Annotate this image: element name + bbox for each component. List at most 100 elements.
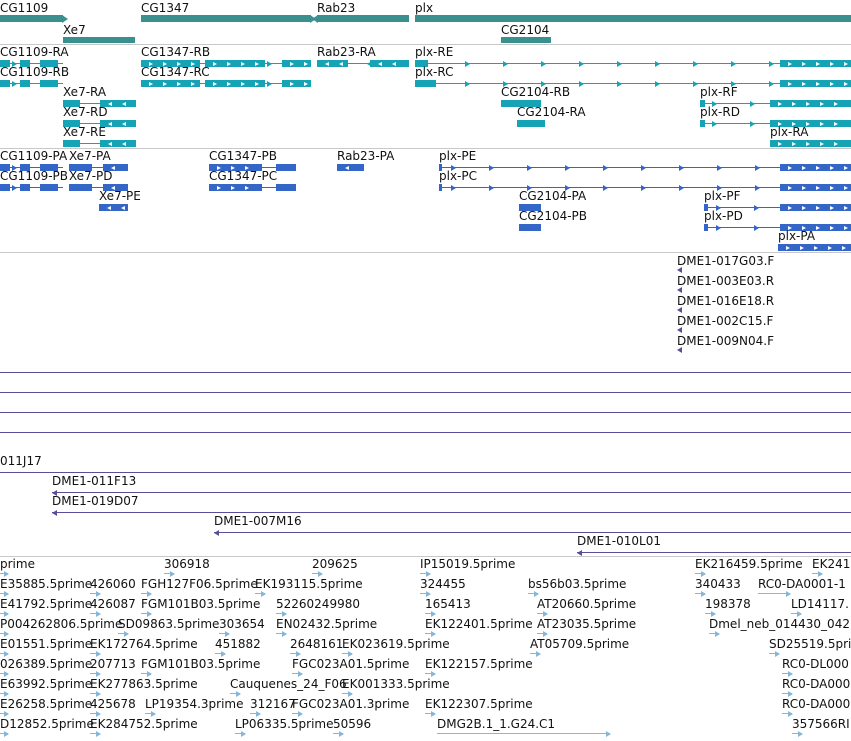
feature-label: RC0-DA0001-1 bbox=[758, 577, 846, 591]
feature-label: 209625 bbox=[312, 557, 358, 571]
strand-arrow-right-icon bbox=[147, 590, 152, 597]
strand-arrow-right-icon bbox=[543, 630, 548, 637]
feature-label: EK284752.5prime bbox=[90, 717, 198, 731]
feature-label: EK122307.5prime bbox=[425, 697, 533, 711]
strand-arrow-right-icon bbox=[797, 610, 802, 617]
feature-label: EK122157.5prime bbox=[425, 657, 533, 671]
est-line bbox=[437, 733, 610, 734]
strand-arrow-right-icon bbox=[348, 690, 353, 697]
genome-browser-view: CG1109 Xe7 CG1347 Rab23 plx CG2104 CG1109-RA C… bbox=[0, 0, 851, 741]
strand-arrow-right-icon bbox=[282, 630, 287, 637]
feature-label: 312167 bbox=[250, 697, 296, 711]
feature-label: E26258.5prime bbox=[0, 697, 93, 711]
feature-label: prime bbox=[0, 557, 35, 571]
feature-label: Dmel_neb_014430_042 bbox=[709, 617, 850, 631]
feature-label: EK193115.5prime bbox=[255, 577, 363, 591]
strand-arrow-right-icon bbox=[282, 610, 287, 617]
feature-label: RC0-DA000 bbox=[782, 697, 851, 711]
feature-label: EK241 bbox=[812, 557, 851, 571]
strand-arrow-right-icon bbox=[96, 670, 101, 677]
strand-arrow-right-icon bbox=[4, 570, 9, 577]
feature-label: AT20660.5prime bbox=[537, 597, 637, 611]
strand-arrow-right-icon bbox=[151, 710, 156, 717]
strand-arrow-right-icon bbox=[543, 610, 548, 617]
strand-arrow-right-icon bbox=[96, 690, 101, 697]
strand-arrow-right-icon bbox=[818, 570, 823, 577]
strand-arrow-right-icon bbox=[426, 590, 431, 597]
feature-label: FGM101B03.5prime bbox=[141, 657, 261, 671]
feature-label: bs56b03.5prime bbox=[528, 577, 627, 591]
feature-label: 357566RI bbox=[792, 717, 850, 731]
strand-arrow-right-icon bbox=[261, 590, 266, 597]
strand-arrow-right-icon bbox=[339, 730, 344, 737]
feature-label: RC0-DL000 bbox=[782, 657, 849, 671]
strand-arrow-right-icon bbox=[225, 630, 230, 637]
feature-label: EN02432.5prime bbox=[276, 617, 378, 631]
feature-label: 306918 bbox=[164, 557, 210, 571]
feature-label: FGC023A01.5prime bbox=[292, 657, 410, 671]
feature-label: 426060 bbox=[90, 577, 136, 591]
strand-arrow-right-icon bbox=[431, 630, 436, 637]
strand-arrow-right-icon bbox=[606, 730, 611, 737]
strand-arrow-right-icon bbox=[221, 650, 226, 657]
strand-arrow-right-icon bbox=[236, 690, 241, 697]
feature-label: FGH127F06.5prime bbox=[141, 577, 258, 591]
strand-arrow-right-icon bbox=[256, 710, 261, 717]
strand-arrow-right-icon bbox=[124, 630, 129, 637]
feature-label: SD25519.5pri bbox=[769, 637, 851, 651]
strand-arrow-right-icon bbox=[348, 650, 353, 657]
strand-arrow-right-icon bbox=[715, 630, 720, 637]
strand-arrow-right-icon bbox=[4, 610, 9, 617]
strand-arrow-right-icon bbox=[4, 650, 9, 657]
feature-label: 426087 bbox=[90, 597, 136, 611]
strand-arrow-right-icon bbox=[431, 710, 436, 717]
feature-label: FGC023A01.3prime bbox=[292, 697, 410, 711]
strand-arrow-right-icon bbox=[4, 590, 9, 597]
feature-label: Cauquenes_24_F06 bbox=[230, 677, 347, 691]
strand-arrow-right-icon bbox=[318, 570, 323, 577]
feature-label: E01551.5prime bbox=[0, 637, 93, 651]
strand-arrow-right-icon bbox=[786, 590, 791, 597]
feature-label: DMG2B.1_1.G24.C1 bbox=[437, 717, 556, 731]
strand-arrow-right-icon bbox=[296, 650, 301, 657]
feature-label: SD09863.5prime bbox=[118, 617, 220, 631]
feature-label: 324455 bbox=[420, 577, 466, 591]
feature-label: 451882 bbox=[215, 637, 261, 651]
strand-arrow-right-icon bbox=[170, 570, 175, 577]
feature-label: AT05709.5prime bbox=[530, 637, 630, 651]
strand-arrow-right-icon bbox=[534, 590, 539, 597]
feature-label: EK172764.5prime bbox=[90, 637, 198, 651]
feature-label: RC0-DA000 bbox=[782, 677, 851, 691]
feature-label: EK216459.5prime bbox=[695, 557, 803, 571]
feature-label: EK277863.5prime bbox=[90, 677, 198, 691]
strand-arrow-right-icon bbox=[775, 650, 780, 657]
strand-arrow-right-icon bbox=[298, 710, 303, 717]
strand-arrow-right-icon bbox=[4, 690, 9, 697]
strand-arrow-right-icon bbox=[147, 610, 152, 617]
feature-label: D12852.5prime bbox=[0, 717, 94, 731]
feature-label: EK023619.5prime bbox=[342, 637, 450, 651]
strand-arrow-right-icon bbox=[298, 670, 303, 677]
est-track: prime 306918 209625 IP15019.5prime EK216459.… bbox=[0, 0, 851, 741]
feature-label: 207713 bbox=[90, 657, 136, 671]
strand-arrow-right-icon bbox=[426, 570, 431, 577]
feature-label: E41792.5prime bbox=[0, 597, 93, 611]
strand-arrow-right-icon bbox=[711, 610, 716, 617]
strand-arrow-right-icon bbox=[798, 730, 803, 737]
strand-arrow-right-icon bbox=[4, 730, 9, 737]
feature-label: 50596 bbox=[333, 717, 372, 731]
strand-arrow-right-icon bbox=[96, 710, 101, 717]
strand-arrow-right-icon bbox=[701, 590, 706, 597]
strand-arrow-right-icon bbox=[96, 730, 101, 737]
feature-label: E63992.5prime bbox=[0, 677, 93, 691]
feature-label: AT23035.5prime bbox=[537, 617, 637, 631]
strand-arrow-right-icon bbox=[96, 590, 101, 597]
feature-label: 52260249980 bbox=[276, 597, 360, 611]
strand-arrow-right-icon bbox=[4, 710, 9, 717]
strand-arrow-right-icon bbox=[96, 610, 101, 617]
feature-label: 303654 bbox=[219, 617, 265, 631]
strand-arrow-right-icon bbox=[431, 670, 436, 677]
feature-label: 425678 bbox=[90, 697, 136, 711]
strand-arrow-right-icon bbox=[241, 730, 246, 737]
feature-label: EK122401.5prime bbox=[425, 617, 533, 631]
